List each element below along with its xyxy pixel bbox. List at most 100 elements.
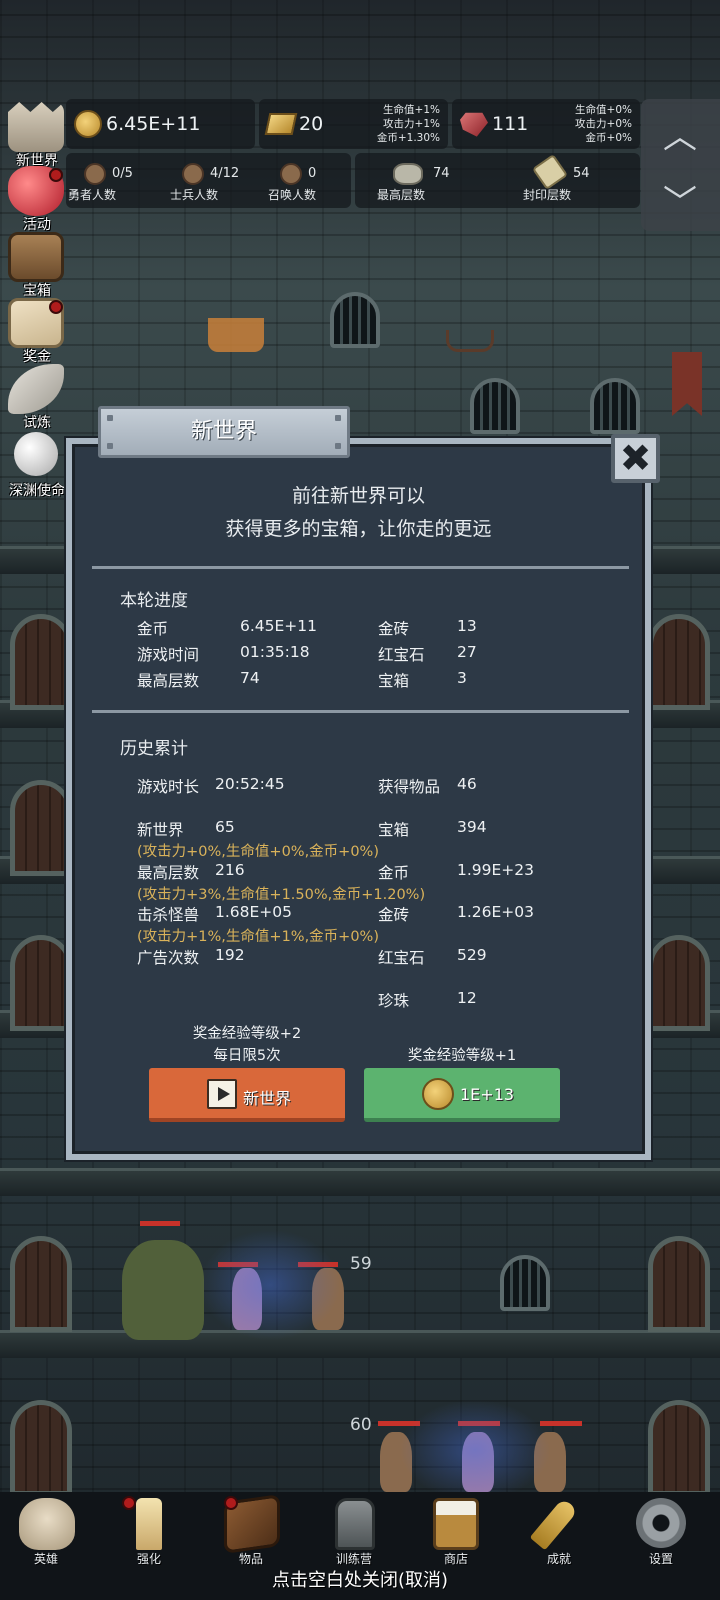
new-world-dialog: 前往新世界可以 获得更多的宝箱，让你走的更远 本轮进度 金币 6.45E+11 … (66, 438, 651, 1160)
nav-shop[interactable]: 商店 (411, 1492, 501, 1566)
gold-coin-icon (74, 110, 102, 138)
rivet (107, 443, 113, 449)
summon-head-icon (280, 163, 302, 185)
floor-scroll-control: ︿ ﹀ (641, 99, 720, 231)
hero-count-label: 勇者人数 (68, 188, 117, 202)
divider (92, 710, 629, 713)
history-play-time-label: 游戏时长 (137, 778, 200, 796)
pearl-icon (14, 432, 58, 476)
notification-dot (49, 168, 63, 182)
current-gold-brick-label: 金砖 (378, 620, 410, 638)
chandelier-icon (208, 318, 264, 352)
history-ads-label: 广告次数 (137, 949, 200, 967)
rivet (335, 415, 341, 421)
scroll-icon (531, 153, 569, 191)
kills-bonus: (攻击力+1%,生命值+1%,金币+0%) (137, 929, 379, 945)
gold-reward-note: 奖金经验等级+1 (407, 1048, 517, 1064)
dialog-intro-line1: 前往新世界可以 (291, 485, 425, 507)
video-ad-icon (207, 1079, 237, 1109)
history-items-label: 获得物品 (378, 778, 441, 796)
side-menu-new-world[interactable]: 新世界 (2, 102, 68, 169)
dungeon-door (10, 935, 72, 1031)
nav-items[interactable]: 物品 (206, 1492, 296, 1566)
notification-dot (122, 1496, 136, 1510)
unit-hp-bar (540, 1421, 582, 1426)
history-items-value: 46 (457, 775, 477, 793)
sealed-floor-value: 54 (573, 166, 590, 181)
treasure-chest-icon (8, 232, 64, 282)
max-floor-value: 74 (433, 166, 450, 181)
current-gold-brick-value: 13 (457, 617, 477, 635)
dungeon-door (648, 1236, 710, 1332)
dungeon-door (10, 614, 72, 710)
side-menu-label: 试炼 (23, 415, 51, 431)
gold-resource: 6.45E+11 (66, 99, 255, 149)
gold-brick-bonus: 生命值+1% 攻击力+1% 金币+1.30% (377, 103, 440, 145)
light-glow (400, 1400, 550, 1500)
nav-label: 设置 (648, 1552, 673, 1566)
current-time-label: 游戏时间 (137, 646, 200, 664)
tap-blank-to-close-hint[interactable]: 点击空白处关闭(取消) (0, 1566, 720, 1592)
chevron-up-icon[interactable]: ︿ (663, 109, 697, 158)
soldier-count-value: 4/12 (210, 166, 240, 181)
dungeon-door (10, 1236, 72, 1332)
soldier-count-label: 士兵人数 (170, 188, 219, 202)
gold-coin-icon (422, 1078, 454, 1110)
side-menu-label: 宝箱 (23, 283, 51, 299)
beer-mug-icon (433, 1498, 479, 1550)
castle-window (500, 1255, 550, 1311)
nav-achievements[interactable]: 成就 (514, 1492, 604, 1566)
history-title: 历史累计 (120, 739, 188, 759)
nav-settings[interactable]: 设置 (616, 1492, 706, 1566)
ruby-resource: 111 生命值+0% 攻击力+0% 金币+0% (452, 99, 640, 149)
hero-count-value: 0/5 (112, 166, 133, 181)
unit-counts: 0/5 勇者人数 4/12 士兵人数 0 召唤人数 (66, 153, 351, 208)
pay-gold-new-world-button[interactable]: 1E+13 (364, 1068, 560, 1122)
lantern-icon (335, 1498, 375, 1550)
dungeon-door (648, 614, 710, 710)
bonus-hp: 生命值+0% (575, 104, 632, 116)
nav-label: 商店 (443, 1552, 468, 1566)
castle-window (590, 378, 640, 434)
dialog-intro-line2: 获得更多的宝箱，让你走的更远 (225, 518, 492, 540)
chevron-down-icon[interactable]: ﹀ (663, 175, 697, 224)
notification-dot (49, 300, 63, 314)
soldier-head-icon (182, 163, 204, 185)
nav-training-camp[interactable]: 训练营 (309, 1492, 399, 1566)
current-max-floor-label: 最高层数 (137, 672, 200, 690)
gold-value: 6.45E+11 (106, 113, 201, 135)
current-progress-title: 本轮进度 (120, 591, 188, 611)
hero-head-icon (84, 163, 106, 185)
current-gold-label: 金币 (137, 620, 169, 638)
gold-brick-icon (264, 113, 298, 135)
side-menu-activity[interactable]: 活动 (2, 166, 68, 233)
side-menu-label: 奖金 (23, 349, 51, 365)
history-new-world-value: 65 (215, 818, 235, 836)
summon-count-value: 0 (308, 166, 317, 181)
feather-icon (8, 364, 64, 414)
history-ruby-value: 529 (457, 946, 487, 964)
nav-label: 成就 (546, 1552, 571, 1566)
side-menu-chest[interactable]: 宝箱 (2, 232, 68, 299)
floor-number: 60 (350, 1415, 372, 1435)
side-menu-bonus[interactable]: 奖金 (2, 298, 68, 365)
ruby-bonus: 生命值+0% 攻击力+0% 金币+0% (575, 103, 632, 145)
rivet (107, 415, 113, 421)
close-icon: ✖ (619, 436, 652, 480)
current-chest-label: 宝箱 (378, 672, 410, 690)
history-play-time-value: 20:52:45 (215, 775, 285, 793)
nav-hero[interactable]: 英雄 (1, 1492, 91, 1566)
enemy-hp-bar (140, 1221, 180, 1226)
close-dialog-button[interactable]: ✖ (611, 434, 660, 483)
side-menu-trial[interactable]: 试炼 (2, 364, 68, 431)
castle-window (330, 292, 380, 348)
nav-upgrade[interactable]: 强化 (104, 1492, 194, 1566)
history-gold-brick-value: 1.26E+03 (457, 903, 535, 921)
floor-number: 59 (350, 1254, 372, 1274)
watch-ad-new-world-button[interactable]: 新世界 (149, 1068, 345, 1122)
dialog-title-tab: 新世界 (98, 406, 350, 458)
dungeon-door (648, 1400, 710, 1496)
light-glow (200, 1230, 340, 1340)
nav-label: 强化 (136, 1552, 161, 1566)
side-menu-abyss-mission[interactable]: 深渊使命 (2, 432, 68, 499)
